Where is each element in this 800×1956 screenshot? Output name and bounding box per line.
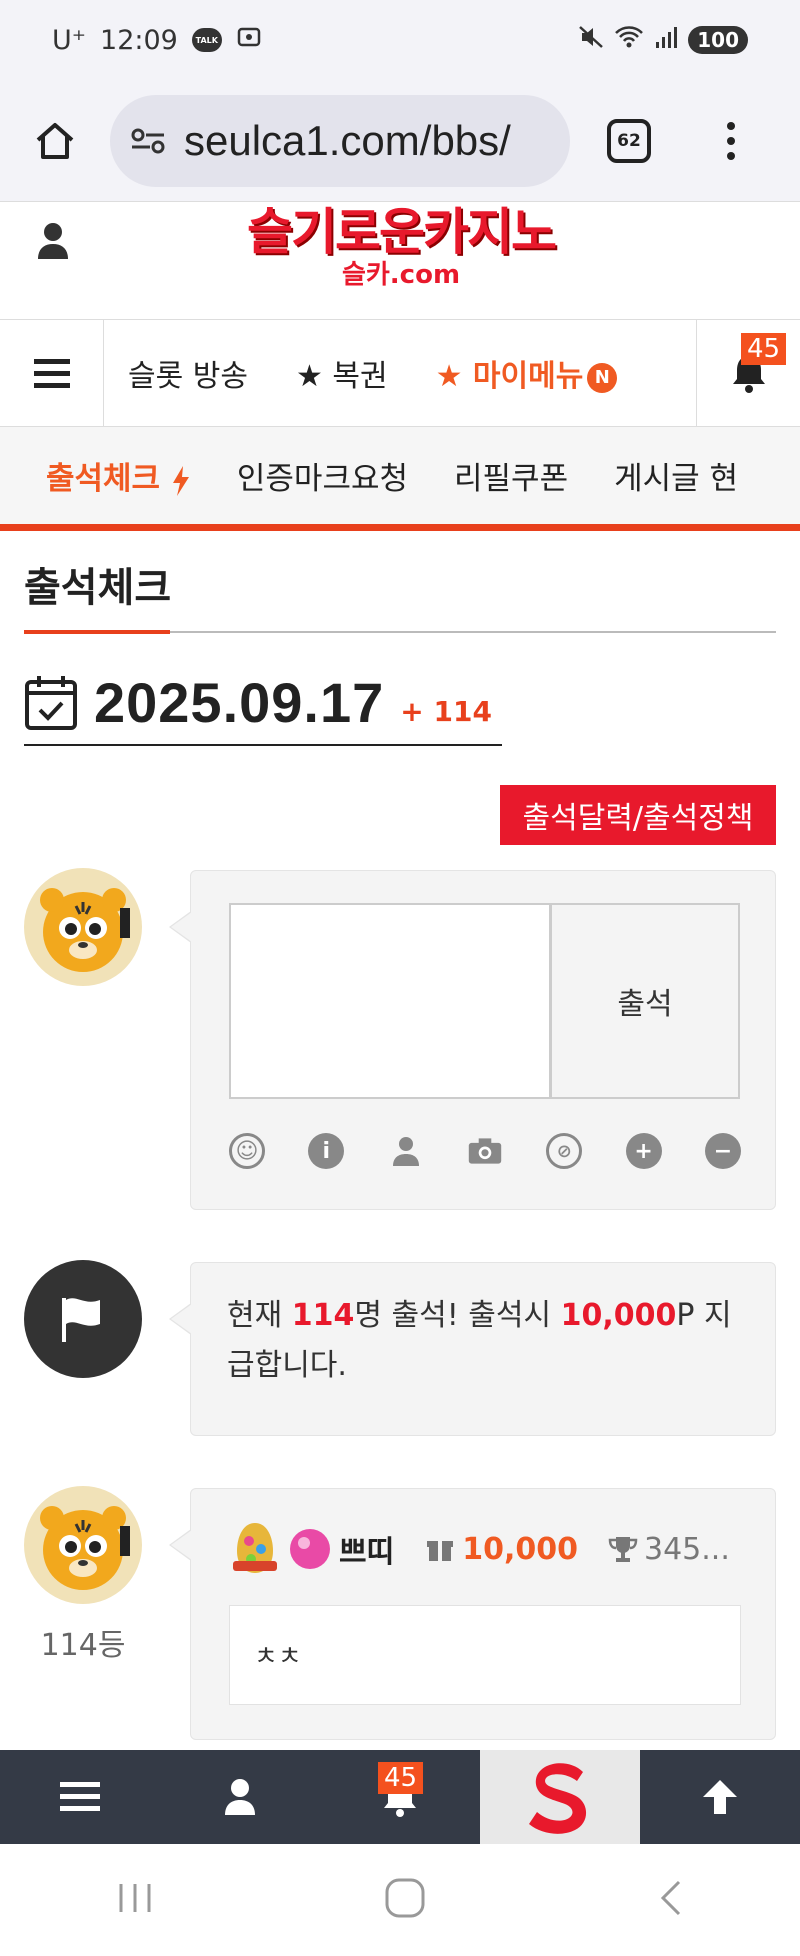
date-header: 2025.09.17 + 114 [24,660,502,746]
wifi-icon [614,24,644,57]
main-nav: 슬롯 방송 ★ 복권 ★ 마이메뉴 N 45 [0,319,800,427]
gift-icon [427,1541,454,1561]
bottom-toolbar: 45 [0,1750,800,1844]
talk-icon: TALK [191,28,222,52]
nav-item-lottery[interactable]: ★ 복권 [296,351,388,395]
attendance-comment: ㅊㅊ [229,1605,741,1705]
notice-text: 현재 114명 출석! 출석시 10,000P 지급합니다. [227,1298,732,1383]
calendar-check-icon[interactable] [24,673,78,731]
attendance-notice: 현재 114명 출석! 출석시 10,000P 지급합니다. [169,1262,776,1436]
browser-toolbar: seulca1.com/bbs/ 62 [0,80,800,202]
user-icon[interactable] [36,221,70,265]
attendance-count-delta: + 114 [400,694,492,728]
attendance-comment-input[interactable] [229,903,551,1099]
mute-icon [578,24,604,57]
user-icon[interactable] [388,1133,424,1169]
attendance-policy-button[interactable]: 출석달력/출석정책 [500,785,776,845]
home-icon [36,122,74,159]
browser-menu-button[interactable] [696,121,766,160]
compass-icon[interactable]: ⊘ [546,1133,583,1169]
candy-icon [290,1529,330,1569]
attendance-date: 2025.09.17 [94,670,385,734]
carrier-label: U⁺ [52,24,87,56]
tiger-avatar-icon [40,1506,130,1590]
page-title: 출석체크 [24,565,172,611]
tiger-avatar-icon [40,888,130,972]
tab-post-status[interactable]: 게시글 현 [614,453,738,498]
tab-refill-coupon[interactable]: 리필쿠폰 [454,453,568,498]
bottom-notification-button[interactable]: 45 [320,1750,480,1844]
notification-count-badge: 45 [378,1762,424,1794]
earned-points: 10,000 [462,1531,578,1567]
site-logo-button[interactable] [480,1750,640,1844]
status-bar: U⁺ 12:09 TALK 100 [0,0,800,80]
site-logo[interactable]: 슬기로운카지노 슬카.com [228,203,574,289]
notification-button[interactable]: 45 [696,319,800,427]
s-logo-icon [529,1763,587,1834]
plus-circle-icon[interactable]: + [625,1133,662,1169]
recent-apps-icon[interactable] [115,1880,155,1920]
notification-count-badge: 45 [741,333,787,365]
tab-count: 62 [607,118,651,163]
emoji-icon[interactable]: ☺ [229,1133,265,1169]
attendance-submit-button[interactable]: 출석 [550,903,740,1099]
avatar [24,868,142,986]
nav-item-slot-broadcast[interactable]: 슬롯 방송 [128,351,248,395]
level-badge-icon [233,1523,277,1573]
scroll-top-button[interactable] [640,1750,800,1844]
flag-icon [62,1298,100,1342]
tab-cert-request[interactable]: 인증마크요청 [237,453,408,498]
url-text: seulca1.com/bbs/ [184,116,511,164]
home-nav-icon[interactable] [384,1877,426,1923]
address-bar[interactable]: seulca1.com/bbs/ [110,94,570,187]
lightning-icon [172,465,189,496]
new-badge: N [587,362,618,393]
logo-sub-text: 슬카.com [341,260,461,290]
trophy-score: 345... [643,1531,730,1567]
mymenu-label: ★ 마이메뉴 [435,359,584,394]
camera-icon[interactable] [467,1133,503,1169]
sub-nav: 출석체크 인증마크요청 리필쿠폰 게시글 현 [0,427,800,531]
site-header: 슬기로운카지노 슬카.com [0,203,800,319]
avatar [24,1486,142,1604]
trophy-icon [608,1537,638,1562]
info-icon[interactable]: i [308,1133,345,1169]
home-button[interactable] [0,80,110,202]
back-icon[interactable] [655,1878,685,1922]
form-toolbar: ☺ i ⊘ + − [229,1133,741,1169]
screenshot-icon [236,24,262,57]
site-settings-icon[interactable] [130,126,166,156]
tab-attendance[interactable]: 출석체크 [46,453,191,498]
hamburger-menu-icon [60,1782,100,1811]
bottom-menu-button[interactable] [0,1750,160,1844]
nav-item-mymenu[interactable]: ★ 마이메뉴 N [436,351,618,395]
tabs-button[interactable]: 62 [584,80,674,202]
system-nav-bar [0,1844,800,1956]
attendance-rank: 114등 [40,1628,126,1663]
attendance-form: 출석 ☺ i ⊘ + − [169,870,776,1210]
attendance-entry: 쁘띠 10,000 345... ㅊㅊ [169,1488,776,1740]
title-accent-bar [24,630,170,634]
user-icon [225,1779,255,1815]
flag-avatar [24,1260,142,1378]
bottom-user-button[interactable] [160,1750,320,1844]
battery-indicator: 100 [688,26,748,54]
clock: 12:09 [100,24,178,56]
minus-circle-icon[interactable]: − [704,1133,741,1169]
hamburger-menu-icon[interactable] [0,319,104,427]
tab-attendance-label: 출석체크 [46,461,161,497]
signal-icon [654,24,678,57]
arrow-up-icon [703,1780,737,1814]
user-nickname[interactable]: 쁘띠 [339,1527,394,1571]
logo-main-text: 슬기로운카지노 [247,203,557,261]
